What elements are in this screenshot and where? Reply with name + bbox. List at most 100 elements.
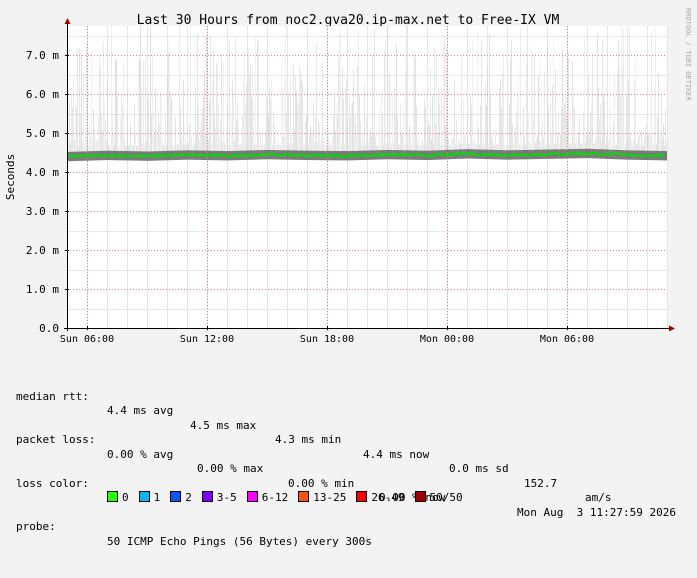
smoke-core	[616, 149, 617, 160]
smoke-column	[550, 61, 551, 159]
y-tick-label: 6.0 m	[26, 88, 59, 101]
smoke-column	[99, 52, 100, 161]
smoke-column	[364, 86, 365, 160]
loss-color-item: 2	[170, 491, 192, 506]
loss-color-swatch	[107, 491, 118, 502]
loss-color-range: 0	[122, 491, 129, 504]
smoke-column	[293, 63, 294, 160]
y-tick-label: 7.0 m	[26, 49, 59, 62]
smoke-column	[300, 70, 301, 160]
smoke-column	[629, 28, 630, 160]
smoke-column	[544, 70, 545, 159]
smoke-column	[394, 88, 395, 160]
smoke-column	[190, 22, 191, 160]
smoke-column	[415, 57, 416, 160]
smoke-column	[454, 80, 455, 159]
smoke-column	[299, 65, 300, 160]
x-tick-label: Sun 12:00	[180, 334, 234, 345]
smoke-column	[622, 66, 623, 160]
smoke-column	[614, 72, 615, 160]
smoke-column	[432, 95, 433, 160]
smoke-column	[626, 94, 627, 160]
smoke-column	[555, 69, 556, 159]
smoke-column	[503, 52, 504, 160]
smoke-column	[86, 43, 87, 161]
median-rtt-now: 4.4 ms now	[363, 447, 430, 461]
smoke-column	[155, 88, 156, 161]
smoke-column	[357, 65, 358, 161]
y-tick-label: 1.0 m	[26, 283, 59, 296]
smoke-column	[384, 50, 385, 160]
smoke-column	[179, 23, 180, 160]
smoke-column	[461, 57, 462, 159]
smoke-column	[526, 62, 527, 160]
smoke-column	[584, 37, 585, 159]
smoke-column	[481, 41, 482, 159]
smoke-column	[381, 90, 382, 160]
smoke-column	[81, 51, 82, 161]
smoke-column	[374, 27, 375, 160]
smoke-column	[334, 92, 335, 161]
smoke-column	[203, 97, 204, 160]
smoke-column	[161, 93, 162, 161]
loss-color-item: 26-49	[356, 491, 405, 506]
loss-color-item: 13-25	[298, 491, 346, 506]
smoke-column	[251, 97, 252, 160]
smoke-column	[349, 96, 350, 161]
smoke-column	[603, 93, 604, 159]
smoke-column	[210, 37, 211, 161]
smoke-column	[340, 23, 341, 161]
legend-loss-color-row: loss color: 0 1 2 3-5 6-12 13-25 26-49 50/50	[16, 462, 686, 505]
smoke-column	[510, 58, 511, 160]
smoke-column	[150, 26, 151, 161]
smoke-column	[339, 33, 340, 161]
smoke-column	[266, 96, 267, 160]
smoke-column	[103, 42, 104, 161]
loss-color-item: 50/50	[414, 491, 463, 506]
x-tick-label: Mon 00:00	[420, 334, 474, 345]
smoke-core	[665, 151, 666, 161]
smoke-column	[534, 55, 535, 160]
smoke-column	[284, 82, 285, 160]
packet-loss-avg: 0.00 % avg	[107, 447, 174, 461]
smoke-column	[143, 60, 144, 161]
loss-color-range: 13-25	[313, 491, 347, 504]
smoke-column	[258, 35, 259, 160]
legend-median-rtt-row: median rtt: 4.4 ms avg 4.5 ms max 4.3 ms…	[16, 375, 686, 505]
smoke-column	[438, 88, 439, 160]
smoke-column	[353, 70, 354, 161]
y-axis-label: Seconds	[4, 154, 17, 200]
smoke-column	[572, 61, 573, 159]
smoke-core	[477, 149, 478, 159]
smoke-column	[617, 70, 618, 160]
smoke-core	[615, 149, 616, 160]
smoke-column	[141, 90, 142, 161]
loss-color-item: 1	[138, 491, 160, 506]
smoke-column	[206, 36, 207, 161]
loss-color-swatch	[356, 491, 368, 502]
y-tick-label: 0.0	[39, 322, 59, 335]
smoke-column	[436, 56, 437, 160]
rrdtool-watermark: RRDTOOL / TOBI OETIKER	[684, 8, 692, 102]
loss-color-range: 26-49	[371, 491, 405, 504]
smoke-column	[145, 59, 146, 161]
smoke-column	[485, 82, 486, 160]
smoke-column	[123, 60, 124, 161]
smoke-column	[204, 70, 205, 160]
smoke-column	[621, 23, 622, 160]
smoke-column	[111, 22, 112, 161]
smoke-column	[233, 93, 234, 161]
smoke-column	[223, 61, 224, 161]
loss-color-swatch	[414, 491, 426, 502]
smoke-column	[91, 52, 92, 161]
median-rtt-min: 4.3 ms min	[275, 433, 342, 446]
smoke-column	[250, 64, 251, 160]
smoke-core	[246, 150, 247, 160]
smoke-column	[406, 22, 407, 160]
chart-title: Last 30 Hours from noc2.gva20.ip-max.net…	[137, 13, 560, 28]
smoke-column	[502, 72, 503, 160]
smoke-column	[167, 76, 168, 161]
smoke-column	[302, 82, 303, 160]
smoke-column	[229, 39, 230, 161]
loss-color-range: 2	[185, 491, 192, 504]
